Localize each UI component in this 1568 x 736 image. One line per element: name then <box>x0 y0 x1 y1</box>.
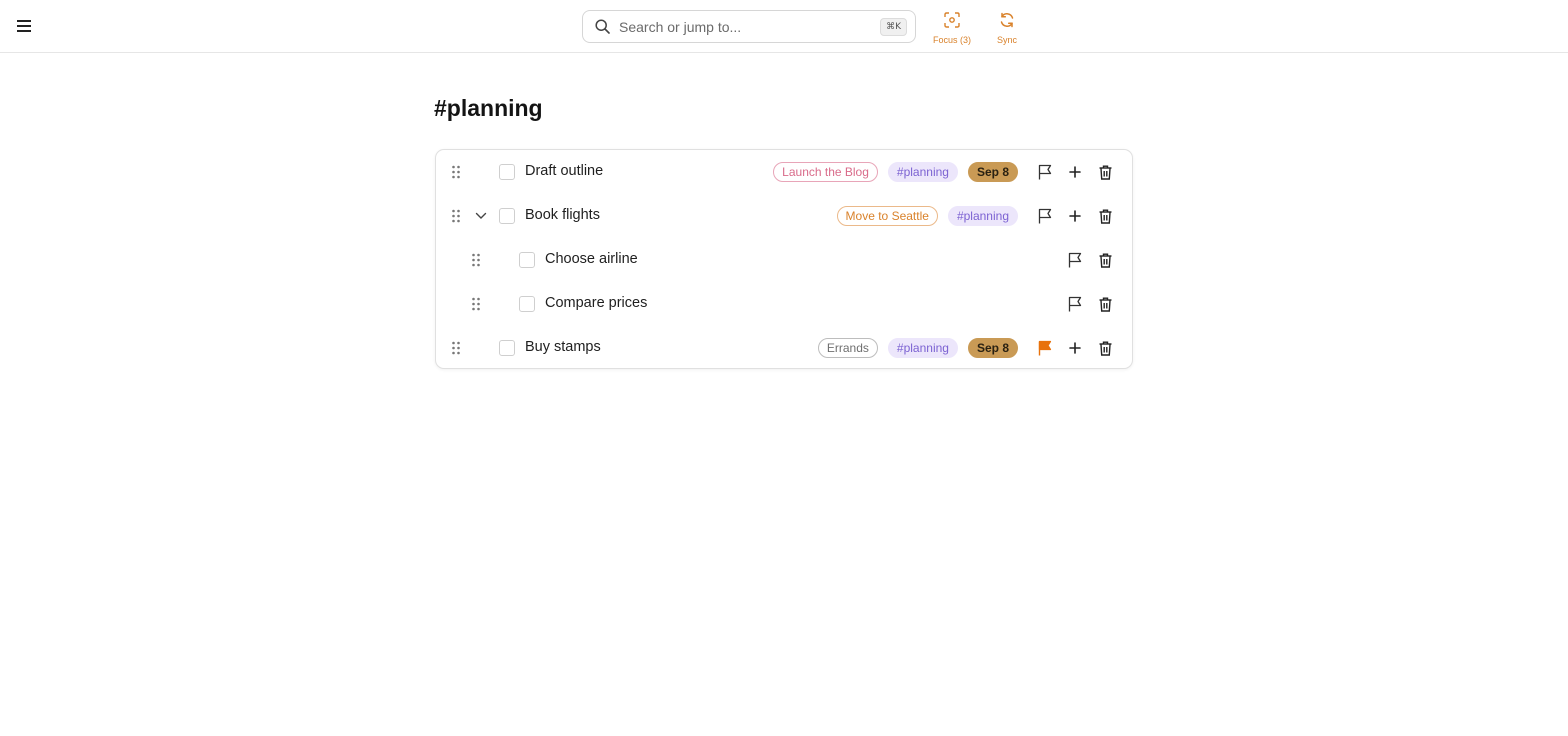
project-chip[interactable]: Move to Seattle <box>836 206 938 226</box>
tag-chip[interactable]: #planning <box>887 162 958 182</box>
focus-button[interactable]: Focus (3) <box>932 12 972 45</box>
search-icon <box>595 19 611 35</box>
subtask-row[interactable]: Compare prices <box>436 282 1132 326</box>
chevron-down-icon[interactable] <box>474 208 488 224</box>
top-bar: Search or jump to... ⌘K Focus (3) Sync <box>0 0 1568 53</box>
flag-icon[interactable] <box>1034 205 1056 227</box>
task-meta <box>1064 282 1116 326</box>
task-checkbox[interactable] <box>519 252 535 268</box>
task-meta <box>1064 238 1116 282</box>
flag-filled-icon[interactable] <box>1034 337 1056 359</box>
search-input[interactable]: Search or jump to... <box>619 19 880 35</box>
sync-button[interactable]: Sync <box>992 12 1022 45</box>
trash-icon[interactable] <box>1094 249 1116 271</box>
add-subtask-icon[interactable] <box>1064 205 1086 227</box>
project-chip[interactable]: Launch the Blog <box>773 162 878 182</box>
trash-icon[interactable] <box>1094 293 1116 315</box>
search-bar[interactable]: Search or jump to... ⌘K <box>582 10 916 43</box>
task-title[interactable]: Draft outline <box>525 163 603 179</box>
menu-icon[interactable] <box>14 15 34 37</box>
project-chip[interactable]: Errands <box>817 338 878 358</box>
tag-chip[interactable]: #planning <box>887 338 958 358</box>
subtask-row[interactable]: Choose airline <box>436 238 1132 282</box>
due-date-chip[interactable]: Sep 8 <box>967 162 1018 182</box>
task-meta: Errands #planning Sep 8 <box>817 326 1116 370</box>
sync-icon <box>999 12 1015 33</box>
tag-chip[interactable]: #planning <box>947 206 1018 226</box>
flag-icon[interactable] <box>1064 293 1086 315</box>
add-subtask-icon[interactable] <box>1064 337 1086 359</box>
task-meta: Move to Seattle #planning <box>836 194 1116 238</box>
trash-icon[interactable] <box>1094 161 1116 183</box>
add-subtask-icon[interactable] <box>1064 161 1086 183</box>
task-title[interactable]: Buy stamps <box>525 339 601 355</box>
drag-handle-icon[interactable] <box>451 340 461 356</box>
task-title[interactable]: Compare prices <box>545 295 647 311</box>
task-list: Draft outline Launch the Blog #planning … <box>435 149 1133 369</box>
focus-icon <box>944 12 960 33</box>
task-row[interactable]: Draft outline Launch the Blog #planning … <box>436 150 1132 194</box>
trash-icon[interactable] <box>1094 205 1116 227</box>
task-title[interactable]: Book flights <box>525 207 600 223</box>
search-shortcut-badge: ⌘K <box>880 17 907 36</box>
flag-icon[interactable] <box>1034 161 1056 183</box>
drag-handle-icon[interactable] <box>451 208 461 224</box>
task-row[interactable]: Book flights Move to Seattle #planning <box>436 194 1132 238</box>
due-date-chip[interactable]: Sep 8 <box>967 338 1018 358</box>
flag-icon[interactable] <box>1064 249 1086 271</box>
focus-label: Focus (3) <box>932 35 971 45</box>
drag-handle-icon[interactable] <box>471 252 481 268</box>
task-row[interactable]: Buy stamps Errands #planning Sep 8 <box>436 326 1132 370</box>
drag-handle-icon[interactable] <box>451 164 461 180</box>
task-checkbox[interactable] <box>499 208 515 224</box>
task-title[interactable]: Choose airline <box>545 251 638 267</box>
page-title: #planning <box>434 95 543 121</box>
task-checkbox[interactable] <box>519 296 535 312</box>
task-checkbox[interactable] <box>499 164 515 180</box>
task-meta: Launch the Blog #planning Sep 8 <box>773 150 1116 194</box>
drag-handle-icon[interactable] <box>471 296 481 312</box>
sync-label: Sync <box>996 35 1017 45</box>
trash-icon[interactable] <box>1094 337 1116 359</box>
task-checkbox[interactable] <box>499 340 515 356</box>
